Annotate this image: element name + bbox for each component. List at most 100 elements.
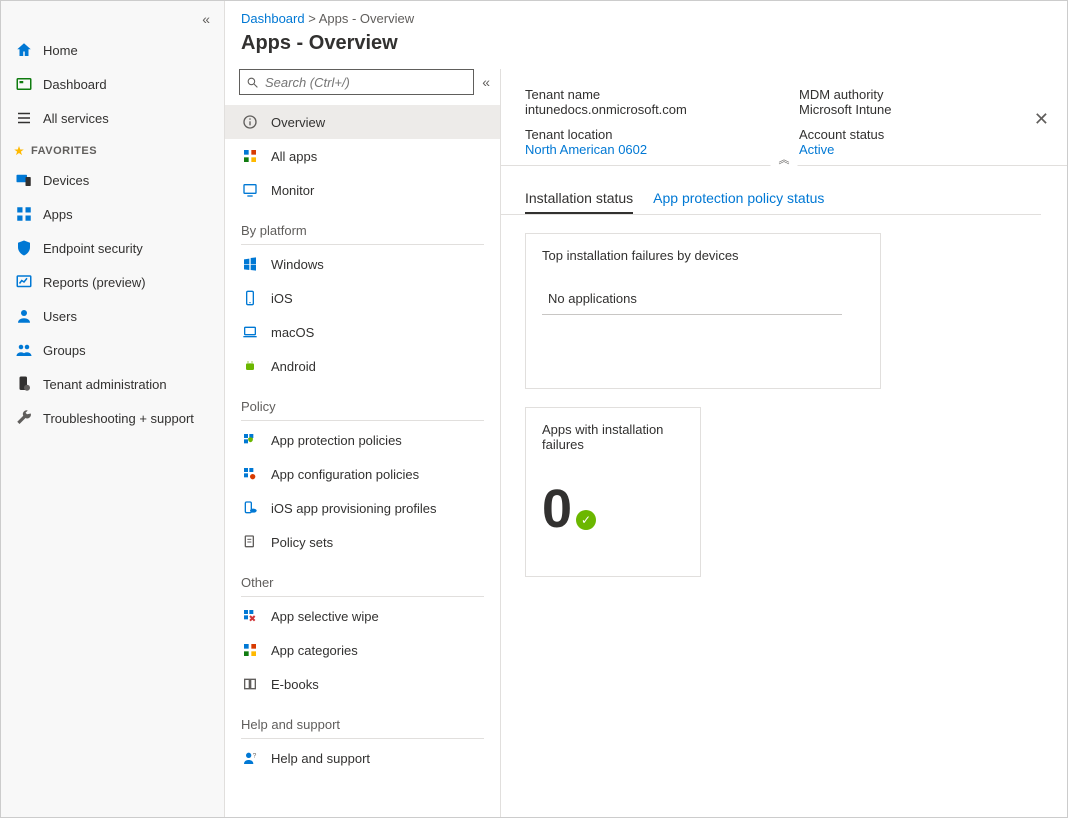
home-icon bbox=[15, 41, 33, 59]
status-value[interactable]: Active bbox=[799, 142, 1043, 157]
phone-icon bbox=[241, 289, 259, 307]
subnav-label: E-books bbox=[271, 677, 319, 692]
nav-label: Home bbox=[43, 43, 78, 58]
nav-reports[interactable]: Reports (preview) bbox=[1, 265, 224, 299]
subnav-monitor[interactable]: Monitor bbox=[225, 173, 500, 207]
chevron-up-icon[interactable]: ︽ bbox=[771, 151, 798, 167]
book-icon bbox=[241, 675, 259, 693]
android-icon bbox=[241, 357, 259, 375]
subnav-selective-wipe[interactable]: App selective wipe bbox=[225, 599, 500, 633]
wrench-icon bbox=[15, 409, 33, 427]
phone-gear-icon bbox=[15, 375, 33, 393]
document-icon bbox=[241, 533, 259, 551]
subnav-label: Overview bbox=[271, 115, 325, 130]
nav-endpoint-security[interactable]: Endpoint security bbox=[1, 231, 224, 265]
grid-x-icon bbox=[241, 607, 259, 625]
subnav-app-protection[interactable]: App protection policies bbox=[225, 423, 500, 457]
divider bbox=[241, 420, 484, 421]
collapse-row: « bbox=[1, 7, 224, 33]
search-icon bbox=[246, 76, 259, 89]
page-title: Apps - Overview bbox=[241, 32, 398, 55]
user-icon bbox=[15, 307, 33, 325]
breadcrumb-current: Apps - Overview bbox=[319, 11, 414, 26]
nav-groups[interactable]: Groups bbox=[1, 333, 224, 367]
subnav-label: Android bbox=[271, 359, 316, 374]
group-by-platform: By platform bbox=[225, 207, 500, 240]
subnav-label: App configuration policies bbox=[271, 467, 419, 482]
header: Dashboard > Apps - Overview Apps - Overv… bbox=[225, 1, 1067, 69]
svg-text:?: ? bbox=[253, 752, 257, 759]
search-input[interactable] bbox=[265, 75, 467, 90]
tabs: Installation status App protection polic… bbox=[501, 166, 1041, 215]
subnav-label: Help and support bbox=[271, 751, 370, 766]
subnav-label: App protection policies bbox=[271, 433, 402, 448]
subnav-ios-provisioning[interactable]: iOS app provisioning profiles bbox=[225, 491, 500, 525]
nav-apps[interactable]: Apps bbox=[1, 197, 224, 231]
favorites-label: FAVORITES bbox=[31, 145, 97, 157]
subnav-label: iOS app provisioning profiles bbox=[271, 501, 436, 516]
groups-icon bbox=[15, 341, 33, 359]
dashboard-icon bbox=[15, 75, 33, 93]
subnav-android[interactable]: Android bbox=[225, 349, 500, 383]
subnav-help-support[interactable]: ? Help and support bbox=[225, 741, 500, 775]
grid-shield-icon bbox=[241, 431, 259, 449]
laptop-icon bbox=[241, 323, 259, 341]
account-status-field: Account status Active bbox=[799, 127, 1043, 157]
subnav-app-config[interactable]: App configuration policies bbox=[225, 457, 500, 491]
subnav-all-apps[interactable]: All apps bbox=[225, 139, 500, 173]
breadcrumb: Dashboard > Apps - Overview bbox=[225, 1, 1067, 30]
collapse-sidebar-icon[interactable]: « bbox=[202, 11, 210, 27]
subnav-overview[interactable]: Overview bbox=[225, 105, 500, 139]
nav-tenant-admin[interactable]: Tenant administration bbox=[1, 367, 224, 401]
divider bbox=[241, 738, 484, 739]
tenant-name-field: Tenant name intunedocs.onmicrosoft.com bbox=[525, 87, 769, 117]
tenant-info: Tenant name intunedocs.onmicrosoft.com M… bbox=[501, 69, 1067, 166]
tab-installation-status[interactable]: Installation status bbox=[525, 190, 633, 214]
nav-label: Users bbox=[43, 309, 77, 324]
subnav-label: App categories bbox=[271, 643, 358, 658]
subnav-policy-sets[interactable]: Policy sets bbox=[225, 525, 500, 559]
subnav-app-categories[interactable]: App categories bbox=[225, 633, 500, 667]
subnav-label: macOS bbox=[271, 325, 314, 340]
group-help: Help and support bbox=[225, 701, 500, 734]
nav-devices[interactable]: Devices bbox=[1, 163, 224, 197]
collapse-subnav-icon[interactable]: « bbox=[482, 74, 490, 90]
status-label: Account status bbox=[799, 127, 1043, 142]
nav-label: Troubleshooting + support bbox=[43, 411, 194, 426]
tab-app-protection-status[interactable]: App protection policy status bbox=[653, 190, 824, 214]
apps-grid-icon bbox=[241, 147, 259, 165]
nav-label: Tenant administration bbox=[43, 377, 167, 392]
person-help-icon: ? bbox=[241, 749, 259, 767]
nav-users[interactable]: Users bbox=[1, 299, 224, 333]
loc-value[interactable]: North American 0602 bbox=[525, 142, 769, 157]
nav-label: Groups bbox=[43, 343, 86, 358]
nav-label: Devices bbox=[43, 173, 89, 188]
subnav-ebooks[interactable]: E-books bbox=[225, 667, 500, 701]
nav-home[interactable]: Home bbox=[1, 33, 224, 67]
subnav-label: App selective wipe bbox=[271, 609, 379, 624]
loc-label: Tenant location bbox=[525, 127, 769, 142]
breadcrumb-sep: > bbox=[308, 11, 316, 26]
card-install-failures: Apps with installation failures 0 ✓ bbox=[525, 407, 701, 577]
shield-icon bbox=[15, 239, 33, 257]
check-icon: ✓ bbox=[576, 510, 596, 530]
nav-dashboard[interactable]: Dashboard bbox=[1, 67, 224, 101]
subnav-ios[interactable]: iOS bbox=[225, 281, 500, 315]
favorites-header: FAVORITES bbox=[1, 135, 224, 163]
mdm-authority-field: MDM authority Microsoft Intune bbox=[799, 87, 1043, 117]
search-box[interactable] bbox=[239, 69, 474, 95]
mdm-value: Microsoft Intune bbox=[799, 102, 1043, 117]
reports-icon bbox=[15, 273, 33, 291]
breadcrumb-root[interactable]: Dashboard bbox=[241, 11, 305, 26]
apps-color-icon bbox=[241, 641, 259, 659]
card-title: Apps with installation failures bbox=[542, 422, 684, 452]
subnav-macos[interactable]: macOS bbox=[225, 315, 500, 349]
nav-troubleshooting[interactable]: Troubleshooting + support bbox=[1, 401, 224, 435]
mdm-label: MDM authority bbox=[799, 87, 1043, 102]
subnav-label: All apps bbox=[271, 149, 317, 164]
subnav-windows[interactable]: Windows bbox=[225, 247, 500, 281]
group-policy: Policy bbox=[225, 383, 500, 416]
apps-grid-icon bbox=[15, 205, 33, 223]
nav-all-services[interactable]: All services bbox=[1, 101, 224, 135]
nav-label: Apps bbox=[43, 207, 73, 222]
